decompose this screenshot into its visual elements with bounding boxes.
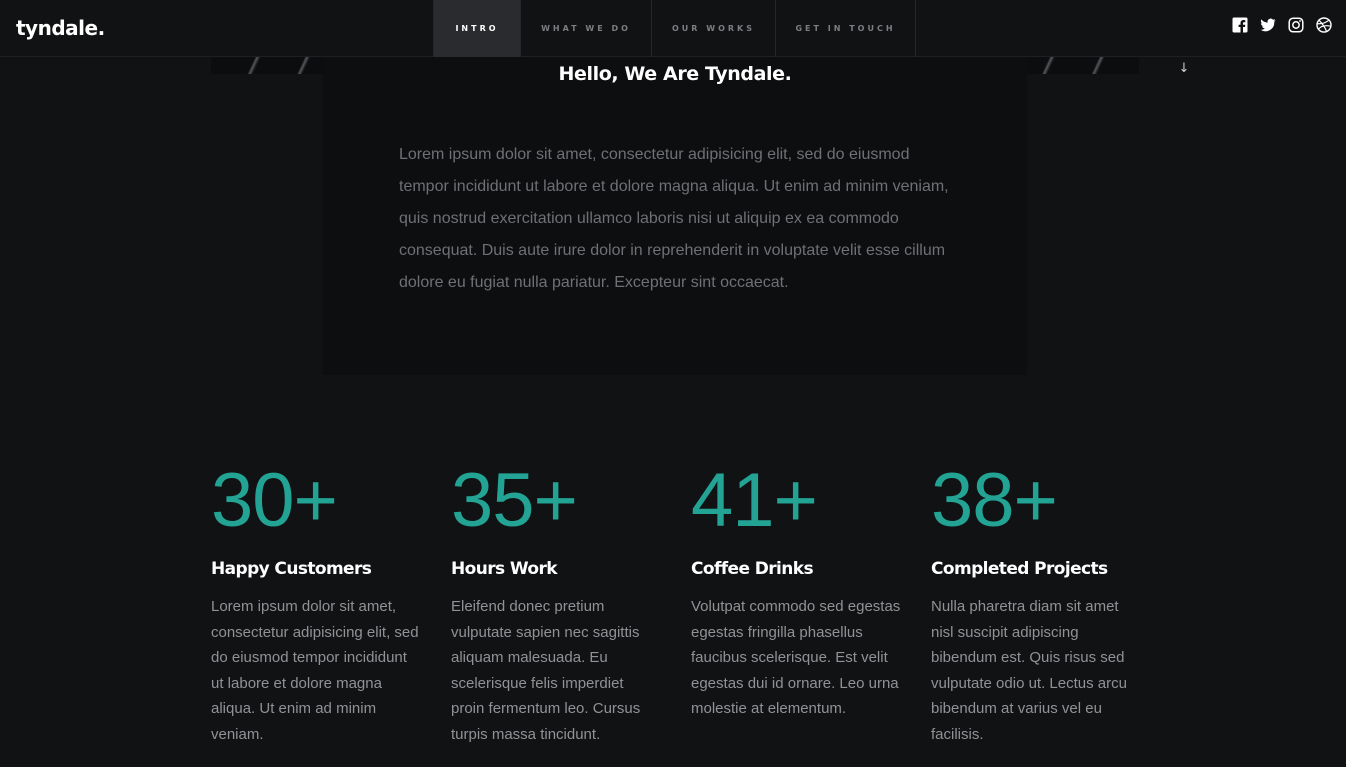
stat-label: Completed Projects	[931, 559, 1108, 579]
intro-title: Hello, We Are Tyndale.	[558, 63, 792, 85]
stat-block-projects: 38+ Completed Projects Nulla pharetra di…	[931, 460, 1141, 747]
stat-block-coffee: 41+ Coffee Drinks Volutpat commodo sed e…	[691, 460, 901, 722]
page: tyndale. INTRO WHAT WE DO OUR WORKS GET …	[0, 0, 1346, 767]
stat-block-hours: 35+ Hours Work Eleifend donec pretium vu…	[451, 460, 661, 747]
stat-description: Eleifend donec pretium vulputate sapien …	[451, 598, 641, 743]
facebook-icon[interactable]	[1232, 17, 1248, 33]
stat-label: Happy Customers	[211, 559, 372, 579]
site-header: tyndale. INTRO WHAT WE DO OUR WORKS GET …	[0, 0, 1346, 57]
stat-number: 35+	[451, 458, 578, 543]
main-nav: INTRO WHAT WE DO OUR WORKS GET IN TOUCH	[433, 0, 916, 57]
intro-text: Lorem ipsum dolor sit amet, consectetur …	[399, 146, 949, 291]
arrow-down-icon[interactable]: ↓	[1177, 61, 1191, 77]
dribbble-icon[interactable]	[1316, 17, 1332, 33]
intro-section: Hello, We Are Tyndale. Lorem ipsum dolor…	[323, 57, 1027, 375]
stat-description: Nulla pharetra diam sit amet nisl suscip…	[931, 598, 1127, 743]
nav-item-what-we-do[interactable]: WHAT WE DO	[520, 0, 651, 57]
stat-block-customers: 30+ Happy Customers Lorem ipsum dolor si…	[211, 460, 421, 747]
stat-label: Coffee Drinks	[691, 559, 814, 579]
social-links	[1232, 17, 1332, 33]
stat-number: 38+	[931, 458, 1058, 543]
instagram-icon[interactable]	[1288, 17, 1304, 33]
stat-number: 30+	[211, 458, 338, 543]
nav-item-our-works[interactable]: OUR WORKS	[651, 0, 775, 57]
stat-number: 41+	[691, 458, 818, 543]
site-logo[interactable]: tyndale.	[16, 16, 105, 40]
stat-label: Hours Work	[451, 559, 558, 579]
stat-description: Volutpat commodo sed egestas egestas fri…	[691, 598, 901, 717]
stat-description: Lorem ipsum dolor sit amet, consectetur …	[211, 598, 419, 743]
twitter-icon[interactable]	[1260, 17, 1276, 33]
nav-item-intro[interactable]: INTRO	[433, 0, 520, 57]
nav-item-get-in-touch[interactable]: GET IN TOUCH	[775, 0, 916, 57]
